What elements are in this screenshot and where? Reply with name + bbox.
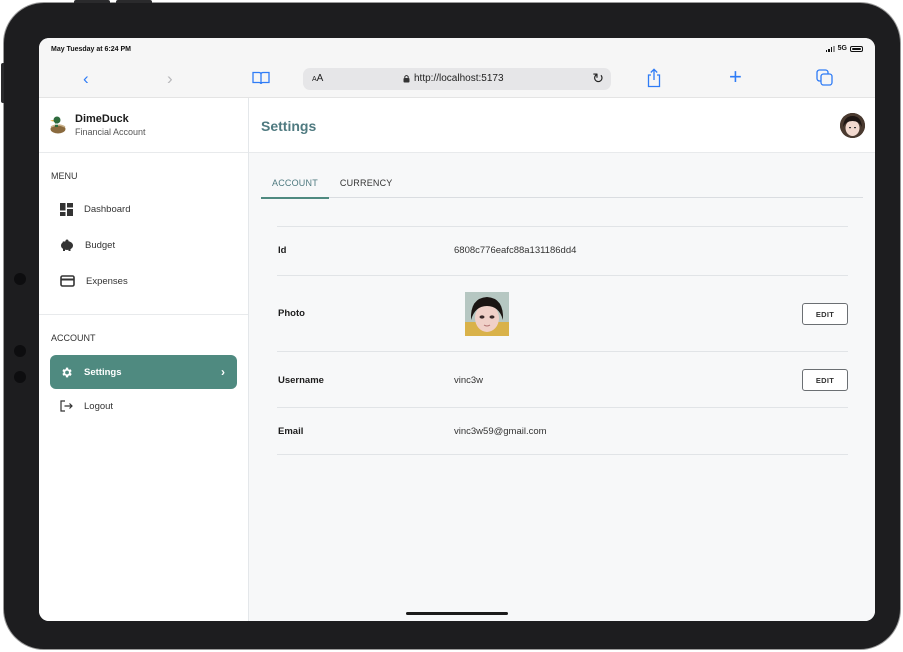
signal-icon (825, 45, 835, 52)
id-label: Id (278, 245, 287, 256)
tablet-frame: May Tuesday at 6:24 PM 5G ‹ › AAAA http:… (1, 0, 900, 649)
status-indicators: 5G (825, 45, 863, 52)
duck-logo-icon (50, 116, 66, 134)
share-icon[interactable] (647, 68, 661, 88)
url-text: http://localhost:5173 (414, 73, 504, 84)
profile-photo (465, 292, 509, 336)
dashboard-icon (60, 202, 73, 216)
account-details: Id 6808c776eafc88a131186dd4 Photo EDIT U… (277, 226, 848, 455)
reload-icon[interactable]: ↻ (592, 70, 604, 87)
forward-chevron-icon[interactable]: › (167, 69, 173, 89)
sidebar-item-label: Dashboard (84, 203, 131, 215)
sidebar-item-label: Budget (85, 239, 116, 251)
chevron-right-icon: › (221, 365, 225, 379)
url-bar[interactable]: AAAA http://localhost:5173 ↻ (303, 68, 611, 90)
status-time: May Tuesday at 6:24 PM (51, 46, 132, 53)
page-title: Settings (261, 118, 317, 134)
avatar-image (840, 113, 865, 138)
lock-icon (403, 74, 410, 83)
email-value: vinc3w59@gmail.com (454, 426, 547, 437)
sidebar: DimeDuck Financial Account MENU Dashboar… (39, 98, 249, 621)
camera-dot (14, 273, 26, 285)
browser-toolbar: ‹ › AAAA http://localhost:5173 ↻ + (39, 60, 875, 98)
new-tab-plus-icon[interactable]: + (729, 64, 742, 90)
network-label: 5G (837, 45, 847, 52)
url-display: http://localhost:5173 (403, 73, 504, 84)
row-id: Id 6808c776eafc88a131186dd4 (277, 226, 848, 275)
sensor-dot-2 (14, 371, 26, 383)
id-value: 6808c776eafc88a131186dd4 (454, 245, 577, 256)
tab-currency[interactable]: CURRENCY (329, 168, 404, 198)
brand-name: DimeDuck (75, 113, 129, 125)
logout-icon (60, 400, 73, 412)
home-indicator[interactable] (406, 612, 508, 615)
piggy-bank-icon (61, 239, 73, 251)
card-icon (60, 275, 75, 287)
settings-tabs: ACCOUNT CURRENCY (261, 168, 863, 199)
gear-icon (62, 367, 72, 377)
text-size-button[interactable]: AAAA (312, 73, 323, 84)
sidebar-item-settings[interactable]: Settings › (50, 355, 237, 389)
edit-username-button[interactable]: EDIT (802, 369, 848, 391)
tabs-overview-icon[interactable] (816, 69, 833, 86)
sidebar-item-label: Logout (84, 400, 114, 412)
top-button-1 (74, 0, 110, 3)
sidebar-item-logout[interactable]: Logout (50, 389, 237, 423)
brand-subtitle: Financial Account (75, 127, 146, 137)
email-label: Email (278, 426, 304, 437)
brand[interactable]: DimeDuck Financial Account (39, 98, 248, 153)
sidebar-divider (39, 314, 248, 315)
sidebar-item-label: Settings (84, 366, 122, 378)
avatar[interactable] (840, 113, 865, 138)
bookmarks-icon[interactable] (252, 71, 270, 85)
top-button-2 (116, 0, 152, 3)
row-username: Username vinc3w EDIT (277, 351, 848, 407)
menu-section-label: MENU (51, 171, 78, 181)
back-chevron-icon[interactable]: ‹ (83, 69, 89, 89)
status-bar: May Tuesday at 6:24 PM 5G (39, 38, 875, 60)
account-section-label: ACCOUNT (51, 333, 96, 343)
battery-icon (850, 45, 863, 52)
sidebar-item-expenses[interactable]: Expenses (50, 264, 237, 298)
row-email: Email vinc3w59@gmail.com (277, 407, 848, 455)
sensor-dot (14, 345, 26, 357)
sidebar-item-budget[interactable]: Budget (50, 228, 237, 262)
row-photo: Photo EDIT (277, 275, 848, 351)
volume-button (1, 63, 4, 103)
brand-text: DimeDuck Financial Account (75, 113, 146, 137)
screen: May Tuesday at 6:24 PM 5G ‹ › AAAA http:… (39, 38, 875, 621)
photo-label: Photo (278, 308, 305, 319)
tab-account[interactable]: ACCOUNT (261, 168, 329, 199)
app-root: DimeDuck Financial Account MENU Dashboar… (39, 98, 875, 621)
sidebar-item-label: Expenses (86, 275, 128, 287)
edit-photo-button[interactable]: EDIT (802, 303, 848, 325)
main-content: Settings ACCOUNT CURRENCY Id 6808c776eaf… (249, 98, 875, 621)
username-value: vinc3w (454, 375, 484, 386)
username-label: Username (278, 375, 324, 386)
profile-photo-image (465, 292, 509, 336)
page-header: Settings (249, 98, 875, 153)
sidebar-item-dashboard[interactable]: Dashboard (50, 192, 237, 226)
